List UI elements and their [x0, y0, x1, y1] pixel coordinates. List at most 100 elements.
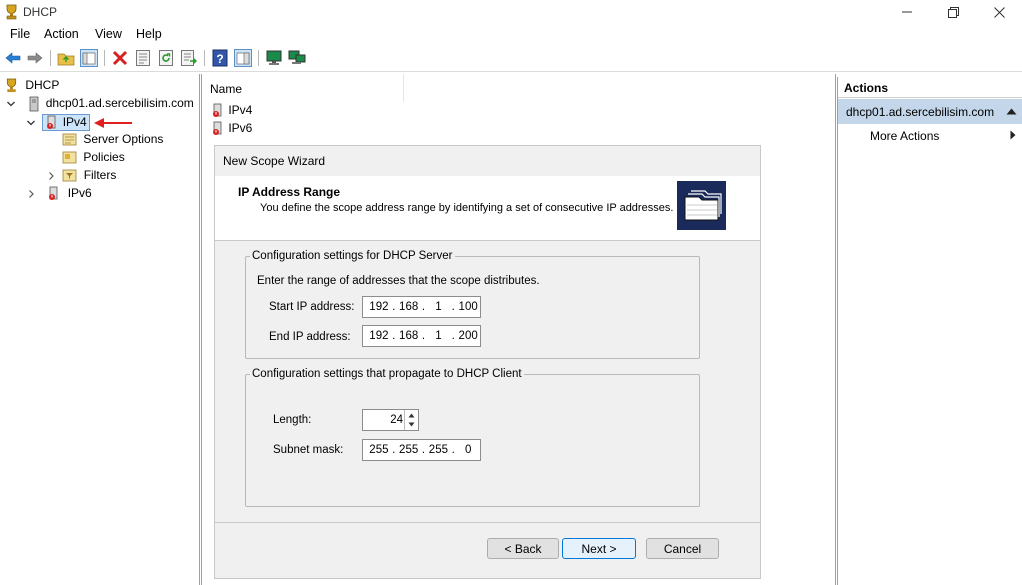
subnet-mask-octet: 255: [428, 444, 448, 456]
spin-up-icon[interactable]: [408, 413, 415, 418]
start-ip-label: Start IP address:: [269, 301, 355, 313]
menu-help[interactable]: Help: [136, 27, 162, 41]
tree-item-server-options[interactable]: Server Options: [62, 132, 163, 147]
back-arrow-icon[interactable]: [4, 49, 22, 67]
more-actions-label: More Actions: [870, 129, 940, 143]
end-ip-input[interactable]: 192. 168. 1. 200: [362, 325, 481, 347]
start-ip-octet: 100: [458, 301, 478, 313]
tree-item-filters[interactable]: Filters: [46, 168, 116, 183]
menu-action[interactable]: Action: [44, 27, 79, 41]
action-pane-icon[interactable]: [234, 49, 252, 67]
ipv4-scope-icon: [213, 103, 222, 118]
actions-selected-header[interactable]: dhcp01.ad.sercebilisim.com: [838, 99, 1022, 124]
title-bar: DHCP: [0, 0, 1022, 24]
up-folder-icon[interactable]: [57, 49, 75, 67]
folders-icon: [677, 181, 726, 230]
length-spinner[interactable]: [404, 410, 418, 430]
wizard-divider: [215, 522, 760, 523]
tree-policies-label: Policies: [83, 150, 125, 164]
chevron-down-icon[interactable]: [6, 99, 16, 109]
start-ip-input[interactable]: 192. 168. 1. 100: [362, 296, 481, 318]
next-button[interactable]: Next >: [562, 538, 636, 559]
red-arrow-annotation-icon: [94, 118, 132, 128]
export-list-icon[interactable]: [180, 49, 198, 67]
toolbar: ?: [0, 45, 1022, 72]
back-button[interactable]: < Back: [487, 538, 559, 559]
tree-root-label: DHCP: [25, 78, 60, 92]
column-header-name[interactable]: Name: [202, 74, 404, 102]
end-ip-octet: 200: [458, 330, 478, 342]
actions-selected-label: dhcp01.ad.sercebilisim.com: [846, 105, 995, 119]
menu-view[interactable]: View: [95, 27, 122, 41]
server-icon: [29, 96, 39, 112]
actions-header-label: Actions: [844, 81, 889, 95]
dhcp-app-icon: [6, 4, 17, 20]
more-actions-item[interactable]: More Actions: [838, 125, 1022, 145]
subnet-mask-octet: 255: [369, 444, 389, 456]
window-title: DHCP: [23, 5, 58, 19]
subnet-mask-input[interactable]: 255. 255. 255. 0: [362, 439, 481, 461]
actions-header: Actions: [838, 77, 1022, 98]
subnet-mask-label: Subnet mask:: [273, 444, 344, 456]
tree-filters-label: Filters: [83, 168, 117, 182]
chevron-down-icon[interactable]: [26, 118, 36, 128]
length-stepper[interactable]: 24: [362, 409, 419, 431]
filters-icon: [62, 169, 77, 182]
subnet-mask-octet: 255: [399, 444, 419, 456]
tree-server-options-label: Server Options: [83, 132, 164, 146]
list-item[interactable]: IPv6: [211, 121, 252, 136]
forward-arrow-icon[interactable]: [26, 49, 44, 67]
delete-icon[interactable]: [111, 49, 129, 67]
actions-pane: Actions dhcp01.ad.sercebilisim.com More …: [837, 77, 1022, 585]
start-ip-octet: 192: [369, 301, 389, 313]
refresh-icon[interactable]: [157, 49, 175, 67]
spin-down-icon[interactable]: [408, 422, 415, 427]
range-instruction: Enter the range of addresses that the sc…: [257, 275, 540, 287]
network-monitor-icon[interactable]: [288, 49, 306, 67]
list-item[interactable]: IPv4: [211, 103, 252, 118]
tree-item-server[interactable]: dhcp01.ad.sercebilisim.com: [6, 96, 194, 112]
submenu-arrow-icon: [1010, 130, 1016, 140]
properties-icon[interactable]: [134, 49, 152, 67]
column-name-label: Name: [210, 82, 243, 96]
tree-ipv4-label: IPv4: [62, 115, 87, 129]
ipv6-scope-icon: [213, 121, 222, 136]
list-item-ipv4-label: IPv4: [228, 103, 253, 117]
restore-icon: [947, 6, 959, 18]
menu-bar: File Action View Help: [0, 24, 1022, 44]
end-ip-octet: 192: [369, 330, 389, 342]
new-scope-wizard-dialog: New Scope Wizard IP Address Range You de…: [214, 145, 761, 579]
svg-text:?: ?: [216, 52, 223, 66]
collapse-up-icon[interactable]: [1006, 108, 1017, 115]
chevron-right-icon[interactable]: [26, 189, 36, 199]
minimize-icon: [902, 11, 912, 13]
tree-root-dhcp[interactable]: DHCP: [4, 78, 59, 93]
help-icon[interactable]: ?: [211, 49, 229, 67]
console-tree: DHCP dhcp01.ad.sercebilisim.com IPv4 Ser…: [0, 74, 200, 585]
start-ip-octet: 168: [399, 301, 419, 313]
client-config-group-label: Configuration settings that propagate to…: [250, 368, 524, 380]
length-label: Length:: [273, 414, 312, 426]
server-options-icon: [62, 133, 77, 146]
show-hide-tree-icon[interactable]: [80, 49, 98, 67]
tree-item-ipv6[interactable]: IPv6: [26, 186, 92, 201]
tree-item-ipv4[interactable]: IPv4: [26, 114, 90, 132]
end-ip-octet: 1: [435, 330, 442, 342]
wizard-subheading: You define the scope address range by id…: [260, 202, 674, 214]
tree-server-label: dhcp01.ad.sercebilisim.com: [45, 96, 194, 111]
monitor-icon[interactable]: [265, 49, 283, 67]
ipv6-scope-icon: [49, 186, 58, 201]
end-ip-label: End IP address:: [269, 331, 351, 343]
chevron-right-icon[interactable]: [46, 171, 56, 181]
cancel-button[interactable]: Cancel: [646, 538, 719, 559]
menu-file[interactable]: File: [10, 27, 30, 41]
list-item-ipv6-label: IPv6: [228, 121, 253, 135]
policies-icon: [62, 151, 77, 164]
tree-item-policies[interactable]: Policies: [62, 150, 125, 165]
start-ip-octet: 1: [435, 301, 442, 313]
close-icon: [993, 6, 1005, 18]
minimize-button[interactable]: [884, 0, 930, 24]
server-config-group-label: Configuration settings for DHCP Server: [250, 250, 455, 262]
close-button[interactable]: [976, 0, 1022, 24]
restore-button[interactable]: [930, 0, 976, 24]
